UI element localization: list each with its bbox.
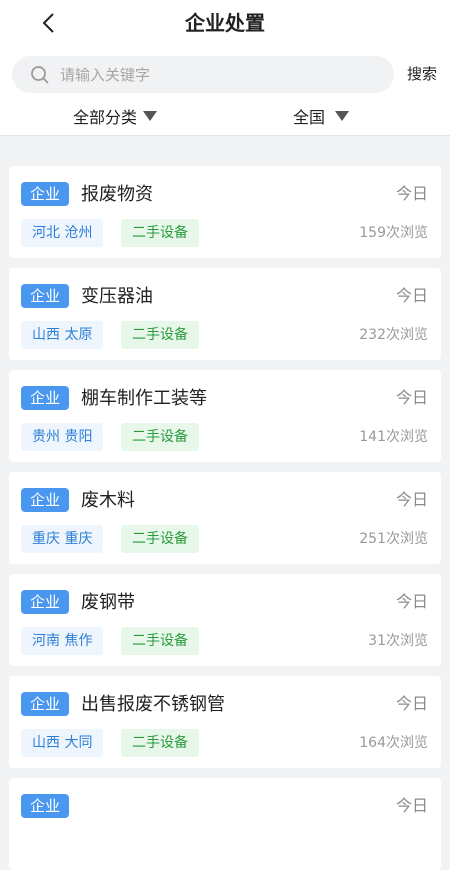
list-item[interactable]: 企业 废钢带 今日 河南 焦作 二手设备 31次浏览 — [9, 574, 441, 666]
location-tag: 山西 大同 — [21, 729, 104, 757]
page-title: 企业处置 — [185, 11, 265, 35]
filter-category[interactable]: 全部分类 — [73, 104, 158, 128]
filter-category-label: 全部分类 — [73, 108, 138, 127]
enterprise-badge: 企业 — [21, 692, 69, 716]
enterprise-badge: 企业 — [21, 182, 69, 206]
enterprise-badge: 企业 — [21, 590, 69, 614]
enterprise-badge: 企业 — [21, 386, 69, 410]
category-tag: 二手设备 — [121, 729, 199, 757]
location-tag: 河北 沧州 — [21, 219, 104, 247]
location-tag: 重庆 重庆 — [21, 525, 104, 553]
item-title: 棚车制作工装等 — [81, 388, 207, 409]
list-item[interactable]: 企业 棚车制作工装等 今日 贵州 贵阳 二手设备 141次浏览 — [9, 370, 441, 462]
list-item[interactable]: 企业 出售报废不锈钢管 今日 山西 大同 二手设备 164次浏览 — [9, 676, 441, 768]
location-tag: 山西 太原 — [21, 321, 104, 349]
list-item[interactable]: 企业 报废物资 今日 河北 沧州 二手设备 159次浏览 — [9, 166, 441, 258]
caret-down-icon — [143, 111, 158, 121]
item-date: 今日 — [395, 388, 428, 407]
item-title: 出售报废不锈钢管 — [81, 694, 225, 715]
list-item[interactable]: 企业 今日 — [9, 778, 441, 870]
search-box[interactable] — [12, 56, 394, 93]
filter-region-label: 全国 — [293, 108, 326, 127]
item-title: 废钢带 — [81, 592, 135, 613]
item-title: 变压器油 — [81, 286, 153, 307]
caret-down-icon — [335, 111, 350, 121]
search-button[interactable]: 搜索 — [407, 63, 437, 85]
item-title: 报废物资 — [81, 184, 153, 205]
enterprise-badge: 企业 — [21, 488, 69, 512]
item-date: 今日 — [395, 694, 428, 713]
location-tag: 贵州 贵阳 — [21, 423, 104, 451]
view-count: 141次浏览 — [359, 429, 428, 445]
category-tag: 二手设备 — [121, 321, 199, 349]
item-date: 今日 — [395, 490, 428, 509]
search-input[interactable] — [60, 65, 360, 84]
item-date: 今日 — [395, 592, 428, 611]
enterprise-badge: 企业 — [21, 794, 69, 818]
item-title: 废木料 — [81, 490, 135, 511]
category-tag: 二手设备 — [121, 219, 199, 247]
category-tag: 二手设备 — [121, 525, 199, 553]
view-count: 159次浏览 — [359, 225, 428, 241]
view-count: 31次浏览 — [368, 633, 428, 649]
list-item[interactable]: 企业 废木料 今日 重庆 重庆 二手设备 251次浏览 — [9, 472, 441, 564]
item-date: 今日 — [395, 286, 428, 305]
view-count: 232次浏览 — [359, 327, 428, 343]
filter-region[interactable]: 全国 — [293, 104, 350, 128]
enterprise-badge: 企业 — [21, 284, 69, 308]
category-tag: 二手设备 — [121, 627, 199, 655]
category-tag: 二手设备 — [121, 423, 199, 451]
item-date: 今日 — [395, 184, 428, 203]
header: 企业处置 搜索 全部分类 全国 — [0, 0, 450, 136]
item-date: 今日 — [395, 796, 428, 815]
view-count: 164次浏览 — [359, 735, 428, 751]
list-item[interactable]: 企业 变压器油 今日 山西 太原 二手设备 232次浏览 — [9, 268, 441, 360]
search-icon — [31, 65, 49, 84]
view-count: 251次浏览 — [359, 531, 428, 547]
location-tag: 河南 焦作 — [21, 627, 104, 655]
